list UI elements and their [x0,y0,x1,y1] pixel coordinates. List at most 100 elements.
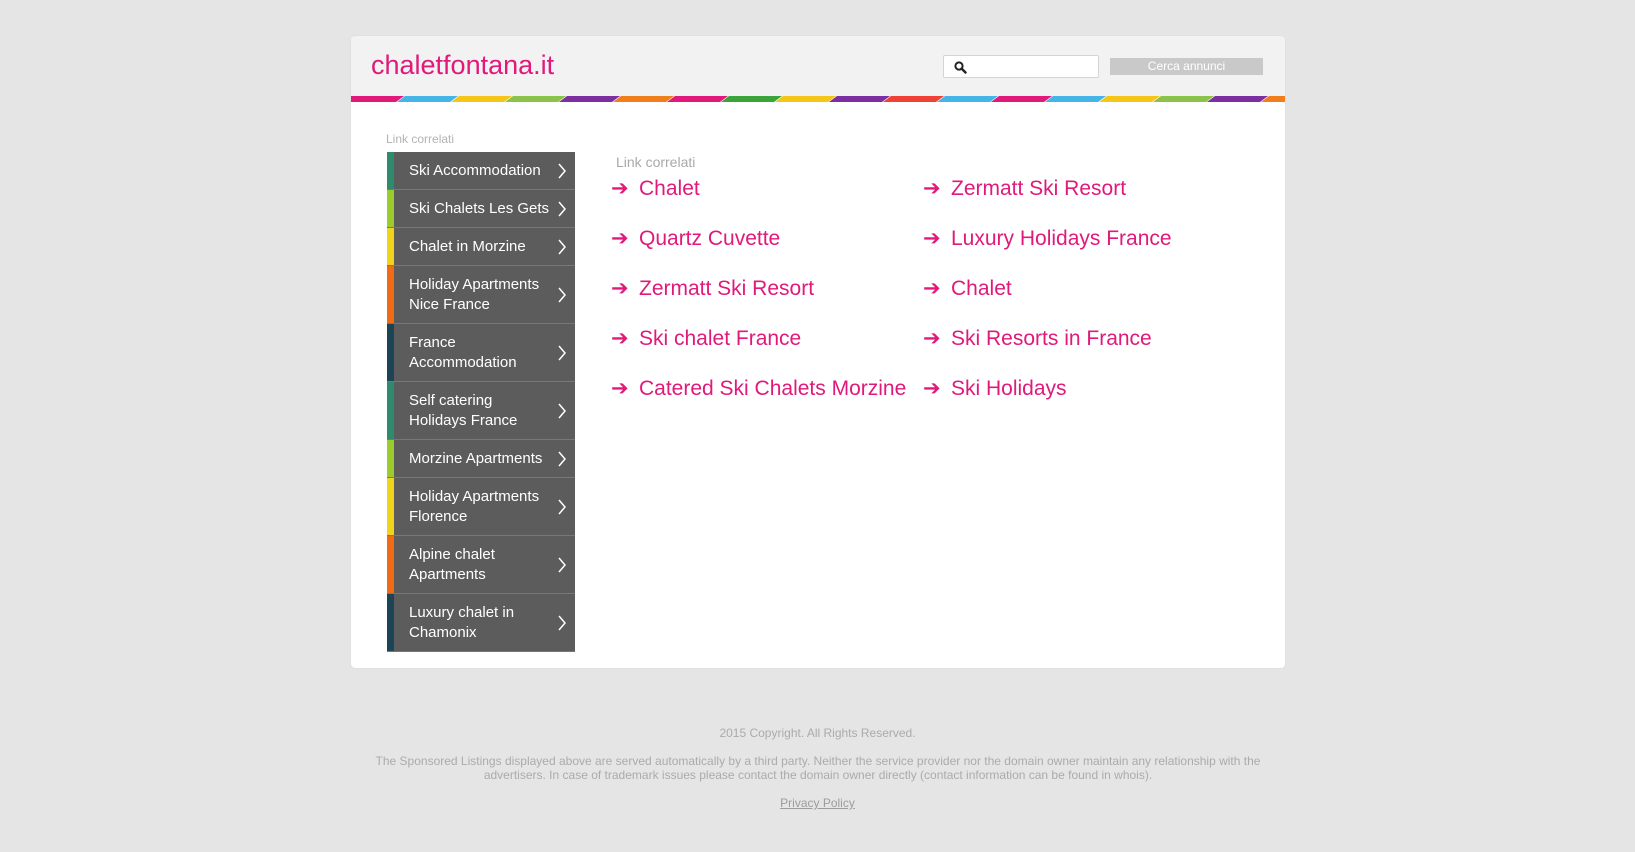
related-link-label: Chalet [951,277,1012,300]
related-link[interactable]: ➔ Chalet [923,276,1012,306]
chevron-right-icon [558,345,566,360]
related-link[interactable]: ➔ Luxury Holidays France [923,226,1172,256]
related-link[interactable]: ➔ Zermatt Ski Resort [923,176,1126,206]
stripe-segment [559,96,621,102]
sidebar-item-label: Ski Accommodation [409,162,541,179]
sidebar-item[interactable]: Luxury chalet in Chamonix [387,594,575,652]
arrow-right-icon: ➔ [611,327,629,350]
site-logo[interactable]: chaletfontana.it [371,50,554,81]
chevron-right-icon [558,239,566,254]
arrow-right-icon: ➔ [923,327,941,350]
chevron-right-icon [558,287,566,302]
sidebar-item-color-bar [387,536,394,593]
header: chaletfontana.it Cerca annunci [351,36,1285,96]
stripe-segment [397,96,459,102]
chevron-right-icon [558,499,566,514]
related-link-label: Chalet [639,177,700,200]
sidebar-item[interactable]: Chalet in Morzine [387,228,575,266]
sidebar-menu: Ski Accommodation Ski Chalets Les Gets Cha… [387,152,575,652]
sidebar-title: Link correlati [386,132,455,146]
sidebar-item-label: Chalet in Morzine [409,238,526,255]
sidebar-item-label: Luxury chalet in Chamonix [409,604,515,641]
related-link[interactable]: ➔ Zermatt Ski Resort [611,276,814,306]
related-link-label: Catered Ski Chalets Morzine [639,377,907,400]
related-link-label: Ski Holidays [951,377,1067,400]
related-link-label: Luxury Holidays France [951,227,1172,250]
sidebar-item-label: France Accommodation [409,334,517,371]
related-link-label: Zermatt Ski Resort [639,277,815,300]
stripe-segment [883,96,945,102]
stripe-segment [991,96,1053,102]
sidebar-item-label: Alpine chalet Apartments [409,546,495,583]
sidebar-item[interactable]: France Accommodation [387,324,575,382]
sidebar-item-color-bar [387,594,394,651]
related-link[interactable]: ➔ Chalet [611,176,700,206]
sidebar-item[interactable]: Holiday Apartments Nice France [387,266,575,324]
sidebar-item-color-bar [387,228,394,265]
stripe-segment [829,96,891,102]
arrow-right-icon: ➔ [923,227,941,250]
stripe-segment [667,96,729,102]
arrow-right-icon: ➔ [923,377,941,400]
sidebar-item[interactable]: Alpine chalet Apartments [387,536,575,594]
sidebar-item-color-bar [387,382,394,439]
related-link-label: Ski chalet France [639,327,802,350]
sidebar-item-color-bar [387,440,394,477]
stripe-segment [351,96,405,102]
related-link[interactable]: ➔ Ski Holidays [923,376,1067,406]
search-input[interactable] [972,58,1098,77]
arrow-right-icon: ➔ [611,277,629,300]
related-link-label: Quartz Cuvette [639,227,781,250]
chevron-right-icon [558,557,566,572]
color-stripe [351,96,1285,102]
chevron-right-icon [558,163,566,178]
sidebar-item[interactable]: Self catering Holidays France [387,382,575,440]
related-link-label: Zermatt Ski Resort [951,177,1127,200]
main-panel: chaletfontana.it Cerca annunci Link corr… [351,36,1285,668]
related-link[interactable]: ➔ Ski Resorts in France [923,326,1152,356]
sidebar-item-color-bar [387,152,394,189]
related-link-label: Ski Resorts in France [951,327,1152,350]
chevron-right-icon [558,451,566,466]
search-field[interactable] [943,55,1099,78]
stripe-segment [1045,96,1107,102]
stripe-segment [505,96,567,102]
stripe-segment [1153,96,1215,102]
stripe-segment [451,96,513,102]
footer-disclaimer: The Sponsored Listings displayed above a… [375,754,1261,782]
sidebar-item-label: Self catering Holidays France [409,392,518,429]
footer-privacy: Privacy Policy [0,796,1635,810]
chevron-right-icon [558,615,566,630]
related-link[interactable]: ➔ Quartz Cuvette [611,226,780,256]
sidebar-item[interactable]: Holiday Apartments Florence [387,478,575,536]
content-title: Link correlati [616,154,696,170]
sidebar-item-label: Ski Chalets Les Gets [409,200,550,217]
arrow-right-icon: ➔ [923,277,941,300]
sidebar-item-label: Holiday Apartments Nice France [409,276,540,313]
footer-copyright: 2015 Copyright. All Rights Reserved. [719,726,916,740]
arrow-right-icon: ➔ [923,177,941,200]
chevron-right-icon [558,201,566,216]
related-link[interactable]: ➔ Catered Ski Chalets Morzine [611,376,906,406]
stripe-segment [775,96,837,102]
search-button[interactable]: Cerca annunci [1110,58,1263,75]
sidebar-item-color-bar [387,266,394,323]
sidebar-item[interactable]: Ski Chalets Les Gets [387,190,575,228]
sidebar-item[interactable]: Ski Accommodation [387,152,575,190]
privacy-policy-link[interactable]: Privacy Policy [780,796,855,810]
arrow-right-icon: ➔ [611,377,629,400]
related-link[interactable]: ➔ Ski chalet France [611,326,801,356]
sidebar-item-color-bar [387,324,394,381]
arrow-right-icon: ➔ [611,227,629,250]
sidebar-item-color-bar [387,190,394,227]
sidebar-item[interactable]: Morzine Apartments [387,440,575,478]
stripe-segment [937,96,999,102]
sidebar-item-label: Morzine Apartments [409,450,543,467]
arrow-right-icon: ➔ [611,177,629,200]
stripe-segment [721,96,783,102]
sidebar-item-label: Holiday Apartments Florence [409,488,540,525]
stripe-segment [1207,96,1269,102]
sidebar-item-color-bar [387,478,394,535]
stripe-segment [1099,96,1161,102]
chevron-right-icon [558,403,566,418]
